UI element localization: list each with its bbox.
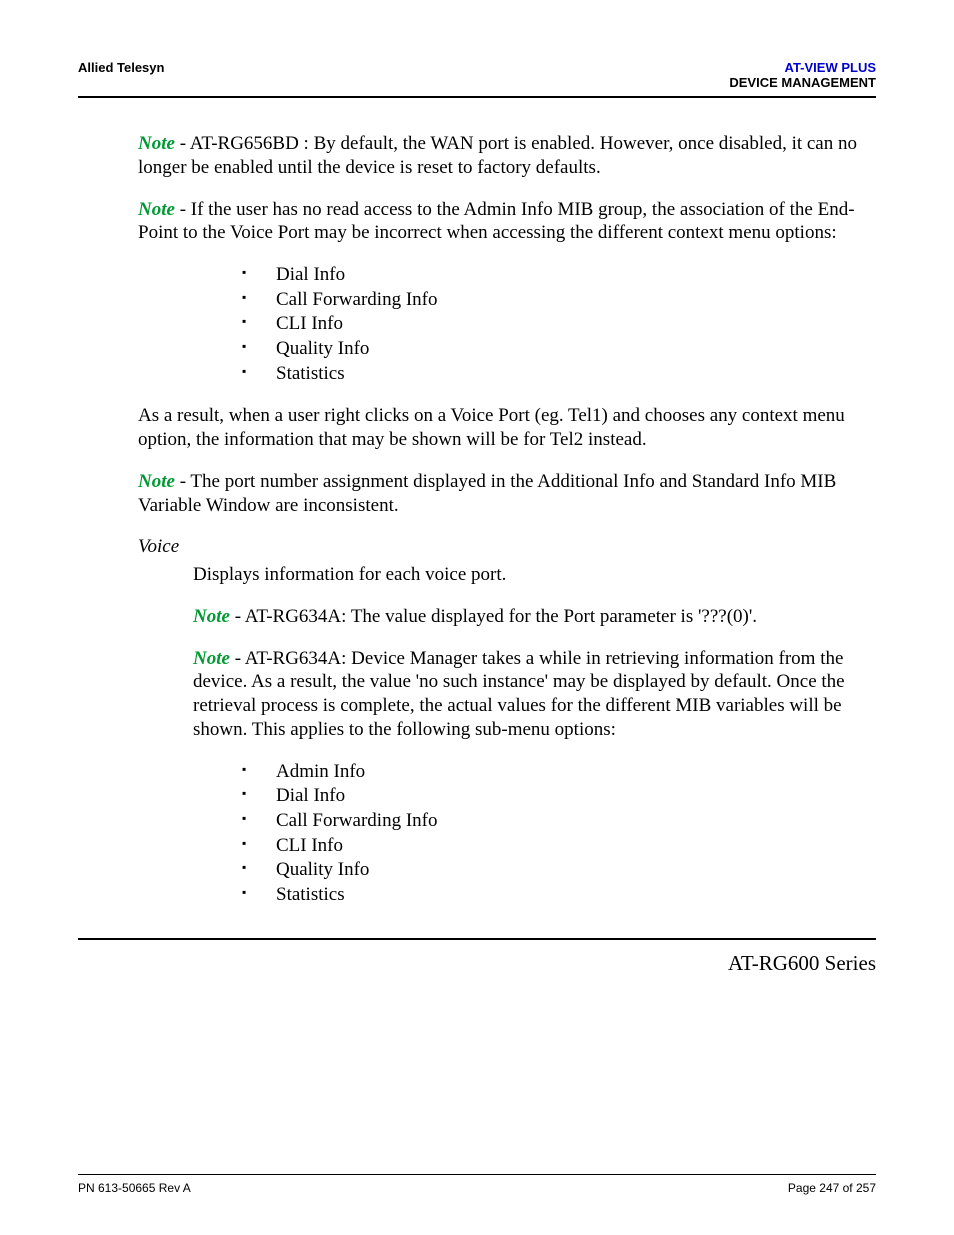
note-label: Note — [138, 133, 175, 154]
note-label: Note — [138, 471, 175, 492]
note-2: Note - If the user has no read access to… — [138, 198, 876, 246]
note-label: Note — [138, 199, 175, 220]
list-item: Call Forwarding Info — [242, 288, 876, 313]
note-1-text: - AT-RG656BD : By default, the WAN port … — [138, 133, 857, 178]
para-after-list-1: As a result, when a user right clicks on… — [138, 404, 876, 452]
note-5: Note - AT-RG634A: Device Manager takes a… — [193, 647, 876, 742]
document-page: Allied Telesyn AT-VIEW PLUS DEVICE MANAG… — [0, 0, 954, 1235]
list-item: Dial Info — [242, 263, 876, 288]
note-label: Note — [193, 606, 230, 627]
note-2-text: - If the user has no read access to the … — [138, 199, 855, 244]
voice-heading: Voice — [138, 535, 876, 559]
page-content: Note - AT-RG656BD : By default, the WAN … — [78, 132, 876, 976]
page-header: Allied Telesyn AT-VIEW PLUS DEVICE MANAG… — [78, 60, 876, 98]
bullet-list-1: Dial Info Call Forwarding Info CLI Info … — [78, 263, 876, 386]
note-4: Note - AT-RG634A: The value displayed fo… — [193, 605, 876, 629]
list-item: CLI Info — [242, 834, 876, 859]
list-item: Quality Info — [242, 337, 876, 362]
list-item: Statistics — [242, 362, 876, 387]
note-5-text: - AT-RG634A: Device Manager takes a whil… — [193, 648, 845, 740]
list-item: Dial Info — [242, 784, 876, 809]
list-item: Admin Info — [242, 760, 876, 785]
list-item: Call Forwarding Info — [242, 809, 876, 834]
list-item: Statistics — [242, 883, 876, 908]
series-title: AT-RG600 Series — [78, 950, 876, 976]
page-footer: PN 613-50665 Rev A Page 247 of 257 — [78, 1174, 876, 1195]
note-4-text: - AT-RG634A: The value displayed for the… — [230, 606, 757, 627]
footer-right: Page 247 of 257 — [788, 1181, 876, 1195]
header-section: DEVICE MANAGEMENT — [729, 75, 876, 90]
footer-left: PN 613-50665 Rev A — [78, 1181, 191, 1195]
list-item: Quality Info — [242, 858, 876, 883]
header-right: AT-VIEW PLUS DEVICE MANAGEMENT — [729, 60, 876, 90]
note-label: Note — [193, 648, 230, 669]
list-item: CLI Info — [242, 312, 876, 337]
section-divider — [78, 938, 876, 940]
voice-desc: Displays information for each voice port… — [193, 563, 876, 587]
note-1: Note - AT-RG656BD : By default, the WAN … — [138, 132, 876, 180]
header-product: AT-VIEW PLUS — [729, 60, 876, 75]
bullet-list-2: Admin Info Dial Info Call Forwarding Inf… — [78, 760, 876, 908]
note-3-text: - The port number assignment displayed i… — [138, 471, 836, 516]
header-left: Allied Telesyn — [78, 60, 164, 75]
note-3: Note - The port number assignment displa… — [138, 470, 876, 518]
